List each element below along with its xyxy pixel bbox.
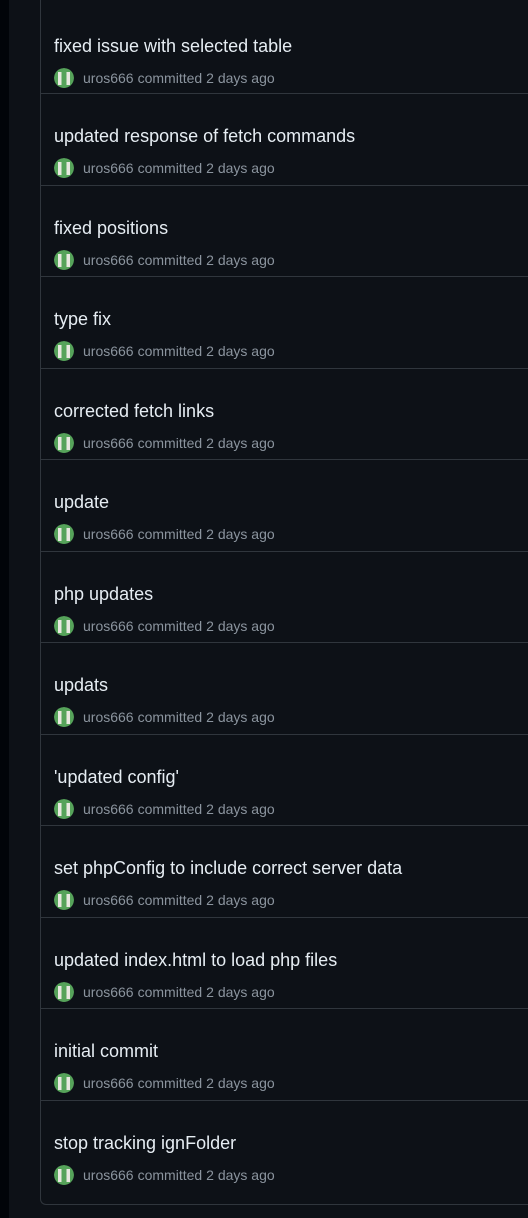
commit-row: fixed issue with selected table uros666 … [41, 0, 528, 94]
commit-author-link[interactable]: uros666 [83, 252, 134, 268]
commit-row: updats uros666 committed 2 days ago [41, 643, 528, 735]
commit-action: committed [137, 709, 203, 725]
commit-meta: uros666 committed 2 days ago [54, 890, 275, 910]
commit-time: 2 days ago [206, 343, 275, 359]
commit-author-link[interactable]: uros666 [83, 160, 134, 176]
commit-row: set phpConfig to include correct server … [41, 826, 528, 918]
commit-meta: uros666 committed 2 days ago [54, 981, 275, 1002]
commit-action: committed [137, 434, 203, 451]
commit-row: php updates uros666 committed 2 days ago [41, 552, 528, 643]
commit-title-link[interactable]: stop tracking ignFolder [54, 1133, 236, 1154]
commit-time: 2 days ago [206, 526, 275, 542]
commit-author-link[interactable]: uros666 [83, 1075, 134, 1091]
commit-title-link[interactable]: updated index.html to load php files [54, 950, 337, 971]
commits-page: fixed issue with selected table uros666 … [0, 0, 528, 1218]
commit-time: 2 days ago [206, 800, 275, 817]
commit-time: 2 days ago [206, 1166, 275, 1183]
commit-row: update uros666 committed 2 days ago [41, 460, 528, 552]
author-avatar-icon[interactable] [54, 798, 74, 819]
commit-action: committed [137, 892, 203, 908]
commit-action: committed [137, 343, 203, 359]
commit-time: 2 days ago [206, 709, 275, 725]
author-avatar-icon[interactable] [54, 68, 74, 88]
commit-time: 2 days ago [206, 1075, 275, 1091]
commit-author-link[interactable]: uros666 [83, 801, 134, 817]
commit-meta: uros666 committed 2 days ago [54, 68, 275, 88]
author-avatar-icon[interactable] [54, 615, 74, 636]
commit-author-link[interactable]: uros666 [83, 984, 134, 1000]
commit-title-link[interactable]: set phpConfig to include correct server … [54, 858, 402, 879]
commit-title-link[interactable]: updated response of fetch commands [54, 126, 355, 147]
author-avatar-icon[interactable] [54, 432, 74, 453]
commit-meta: uros666 committed 2 days ago [54, 1073, 275, 1093]
commit-row: updated index.html to load php files uro… [41, 918, 528, 1009]
commit-time: 2 days ago [206, 70, 275, 86]
commit-action: committed [137, 251, 203, 268]
commit-title-link[interactable]: fixed positions [54, 218, 168, 239]
commit-title-link[interactable]: initial commit [54, 1041, 158, 1062]
commit-time: 2 days ago [206, 251, 275, 268]
author-avatar-icon[interactable] [54, 524, 74, 544]
author-avatar-icon[interactable] [54, 249, 74, 270]
commit-title-link[interactable]: type fix [54, 309, 111, 330]
commit-row: fixed positions uros666 committed 2 days… [41, 186, 528, 277]
commit-time: 2 days ago [206, 617, 275, 634]
author-avatar-icon[interactable] [54, 1164, 74, 1185]
commit-action: committed [137, 526, 203, 542]
commit-time: 2 days ago [206, 983, 275, 1000]
commit-action: committed [137, 1075, 203, 1091]
author-avatar-icon[interactable] [54, 1073, 74, 1093]
commit-meta: uros666 committed 2 days ago [54, 1164, 275, 1185]
commit-row: corrected fetch links uros666 committed … [41, 369, 528, 460]
commit-action: committed [137, 70, 203, 86]
commit-title-link[interactable]: fixed issue with selected table [54, 36, 292, 57]
commit-list: fixed issue with selected table uros666 … [40, 0, 528, 1205]
commit-author-link[interactable]: uros666 [83, 435, 134, 451]
author-avatar-icon[interactable] [54, 707, 74, 727]
commit-author-link[interactable]: uros666 [83, 709, 134, 725]
commit-action: committed [137, 800, 203, 817]
commit-author-link[interactable]: uros666 [83, 343, 134, 359]
commit-row: stop tracking ignFolder uros666 committe… [41, 1101, 528, 1193]
commit-time: 2 days ago [206, 160, 275, 176]
commit-action: committed [137, 1166, 203, 1183]
author-avatar-icon[interactable] [54, 158, 74, 178]
commit-author-link[interactable]: uros666 [83, 70, 134, 86]
commit-action: committed [137, 617, 203, 634]
commit-time: 2 days ago [206, 434, 275, 451]
commit-title-link[interactable]: corrected fetch links [54, 401, 214, 422]
commit-meta: uros666 committed 2 days ago [54, 341, 275, 361]
commit-title-link[interactable]: php updates [54, 584, 153, 605]
commit-row: type fix uros666 committed 2 days ago [41, 277, 528, 369]
left-edge-strip [0, 0, 9, 1218]
commit-meta: uros666 committed 2 days ago [54, 798, 275, 819]
commit-action: committed [137, 160, 203, 176]
commit-meta: uros666 committed 2 days ago [54, 707, 275, 727]
commit-meta: uros666 committed 2 days ago [54, 249, 275, 270]
commit-action: committed [137, 983, 203, 1000]
commit-author-link[interactable]: uros666 [83, 892, 134, 908]
commit-title-link[interactable]: update [54, 492, 109, 513]
author-avatar-icon[interactable] [54, 981, 74, 1002]
commit-author-link[interactable]: uros666 [83, 526, 134, 542]
author-avatar-icon[interactable] [54, 890, 74, 910]
commit-row: updated response of fetch commands uros6… [41, 94, 528, 186]
commit-row: 'updated config' uros666 committed 2 day… [41, 735, 528, 826]
commit-title-link[interactable]: updats [54, 675, 108, 696]
commit-meta: uros666 committed 2 days ago [54, 432, 275, 453]
commit-row: initial commit uros666 committed 2 days … [41, 1009, 528, 1101]
commit-meta: uros666 committed 2 days ago [54, 524, 275, 544]
commit-time: 2 days ago [206, 892, 275, 908]
author-avatar-icon[interactable] [54, 341, 74, 361]
commit-author-link[interactable]: uros666 [83, 618, 134, 634]
commit-meta: uros666 committed 2 days ago [54, 615, 275, 636]
commit-meta: uros666 committed 2 days ago [54, 158, 275, 178]
commit-title-link[interactable]: 'updated config' [54, 767, 179, 788]
commit-author-link[interactable]: uros666 [83, 1167, 134, 1183]
